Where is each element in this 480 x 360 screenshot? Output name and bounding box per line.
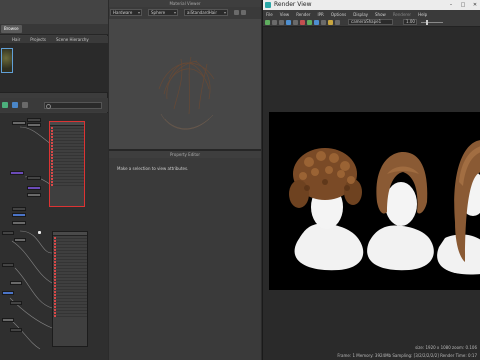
menu-renderer[interactable]: Renderer — [393, 12, 411, 17]
ipr-icon[interactable] — [272, 19, 277, 25]
hypershade-panel: Browse Hair Projects Scene Hierarchy — [0, 0, 108, 360]
shape-dropdown[interactable]: Sphere — [148, 9, 178, 16]
refresh-icon[interactable] — [279, 19, 284, 25]
material-viewer-panel: Material Viewer Hardware Sphere aiStanda… — [109, 0, 261, 360]
menu-help[interactable]: Help — [418, 12, 427, 17]
material-viewer-toolbar: Hardware Sphere aiStandardHair — [109, 7, 261, 18]
alpha-channel-icon[interactable] — [321, 19, 326, 25]
blue-channel-icon[interactable] — [314, 19, 319, 25]
window-controls: – □ ✕ — [447, 0, 479, 10]
node-mini[interactable] — [10, 328, 22, 332]
node-mini[interactable] — [27, 176, 41, 180]
maximize-icon[interactable]: □ — [459, 0, 467, 10]
node-mini[interactable] — [12, 207, 26, 211]
region-icon[interactable] — [286, 19, 291, 25]
node-blue[interactable] — [12, 213, 26, 217]
rendered-hair-heads — [289, 140, 480, 275]
node-mini[interactable] — [2, 263, 14, 267]
render-status-bar: size: 1920 x 1080 zoom: 0.106 Frame: 1 M… — [263, 344, 480, 360]
tab-browse[interactable]: Browse — [1, 25, 22, 33]
exposure-slider[interactable] — [421, 19, 443, 25]
hypershade-subtabs: Hair Projects Scene Hierarchy — [0, 36, 108, 43]
node-mini[interactable] — [10, 301, 22, 305]
material-viewer-title: Material Viewer — [109, 0, 261, 7]
property-editor-body: Make a selection to view attributes. — [109, 158, 261, 360]
settings-icon[interactable] — [241, 10, 246, 15]
property-editor-title: Property Editor — [109, 151, 261, 158]
hair-material-swatch[interactable] — [1, 48, 13, 73]
hypershade-menubar — [0, 0, 108, 24]
node-mini[interactable] — [27, 123, 41, 127]
shader-node[interactable] — [52, 231, 88, 347]
subtab-hair[interactable]: Hair — [12, 37, 20, 42]
menu-file[interactable]: File — [266, 12, 273, 17]
graph-add-icon[interactable] — [12, 102, 18, 108]
node-mini[interactable] — [14, 238, 26, 242]
green-channel-icon[interactable] — [307, 19, 312, 25]
render-view-window: Render View – □ ✕ File View Render IPR O… — [262, 0, 480, 360]
node-mini[interactable] — [27, 193, 41, 197]
graph-remove-icon[interactable] — [22, 102, 28, 108]
close-icon[interactable]: ✕ — [471, 0, 479, 10]
node-mini[interactable] — [12, 221, 26, 225]
hair-ball-preview — [158, 56, 215, 130]
render-stats-info: Frame: 1 Memory: 3924Mb Sampling: [3/2/2… — [337, 353, 477, 358]
maya-workspace: Browse Hair Projects Scene Hierarchy Mat… — [0, 0, 480, 360]
render-view-toolbar: cameraShape1 1.00 — [263, 18, 480, 27]
renderer-dropdown[interactable]: Hardware — [110, 9, 142, 16]
menu-display[interactable]: Display — [353, 12, 368, 17]
node-blue[interactable] — [2, 291, 14, 295]
material-dropdown[interactable]: aiStandardHair — [184, 9, 228, 16]
subtab-scene-hierarchy[interactable]: Scene Hierarchy — [56, 37, 89, 42]
snapshot-icon[interactable] — [293, 19, 298, 25]
subtab-projects[interactable]: Projects — [30, 37, 46, 42]
hypershade-tabbar: Browse — [0, 24, 108, 35]
node-purple[interactable] — [27, 186, 41, 190]
node-mini[interactable] — [10, 281, 22, 285]
menu-options[interactable]: Options — [331, 12, 346, 17]
menu-render[interactable]: Render — [296, 12, 310, 17]
head-long — [437, 140, 480, 275]
search-input[interactable] — [44, 101, 102, 109]
property-editor-message: Make a selection to view attributes. — [117, 166, 189, 171]
zoom-field[interactable]: 1.00 — [403, 19, 417, 25]
render-view-titlebar: Render View – □ ✕ — [263, 0, 480, 10]
red-channel-icon[interactable] — [300, 19, 305, 25]
render-icon[interactable] — [265, 19, 270, 25]
minimize-icon[interactable]: – — [447, 0, 455, 10]
keep-image-icon[interactable] — [328, 19, 333, 25]
material-swatch-area — [0, 43, 108, 93]
maya-logo-icon — [265, 2, 271, 8]
node-graph[interactable] — [0, 113, 108, 360]
node-mini[interactable] — [2, 318, 14, 322]
shader-node-selected[interactable] — [49, 121, 85, 207]
material-preview[interactable] — [109, 19, 261, 149]
head-curly — [289, 148, 364, 271]
graph-materials-icon[interactable] — [2, 102, 8, 108]
menu-view[interactable]: View — [280, 12, 290, 17]
menu-ipr[interactable]: IPR — [317, 12, 323, 17]
node-port[interactable] — [38, 231, 41, 234]
node-mini[interactable] — [12, 121, 26, 125]
render-view-title: Render View — [274, 1, 312, 8]
menu-show[interactable]: Show — [375, 12, 386, 17]
render-image[interactable] — [269, 112, 480, 290]
node-mini[interactable] — [27, 118, 41, 122]
camera-dropdown[interactable]: cameraShape1 — [348, 19, 393, 25]
render-view-menubar: File View Render IPR Options Display Sho… — [263, 10, 480, 18]
render-size-info: size: 1920 x 1080 zoom: 0.106 — [415, 345, 477, 350]
node-purple[interactable] — [10, 171, 24, 175]
node-mini[interactable] — [2, 231, 14, 235]
graph-toolbar — [0, 98, 108, 112]
refresh-icon[interactable] — [234, 10, 239, 15]
remove-image-icon[interactable] — [335, 19, 340, 25]
head-bob — [367, 152, 434, 271]
